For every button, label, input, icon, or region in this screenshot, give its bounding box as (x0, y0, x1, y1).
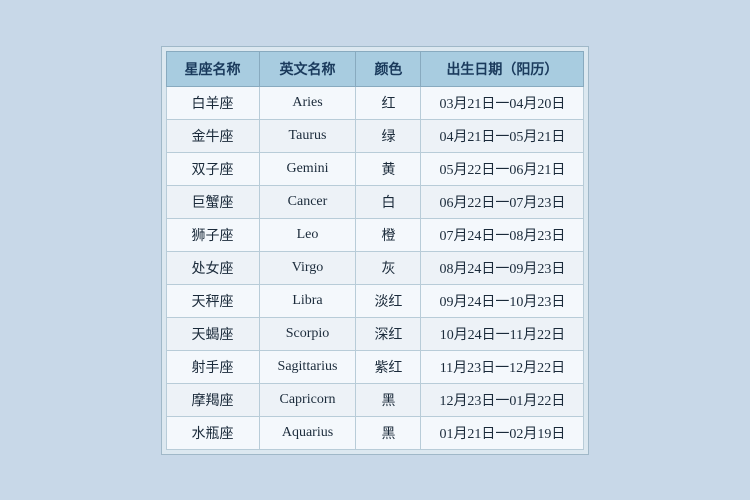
table-row: 巨蟹座Cancer白06月22日一07月23日 (166, 185, 584, 218)
cell-row8-col1: Sagittarius (259, 350, 356, 383)
cell-row3-col2: 白 (356, 185, 421, 218)
zodiac-table-container: 星座名称 英文名称 颜色 出生日期（阳历） 白羊座Aries红03月21日一04… (161, 46, 590, 455)
cell-row5-col3: 08月24日一09月23日 (421, 251, 584, 284)
cell-row7-col0: 天蝎座 (166, 317, 259, 350)
table-row: 狮子座Leo橙07月24日一08月23日 (166, 218, 584, 251)
cell-row10-col2: 黑 (356, 416, 421, 449)
cell-row8-col0: 射手座 (166, 350, 259, 383)
cell-row10-col3: 01月21日一02月19日 (421, 416, 584, 449)
cell-row2-col1: Gemini (259, 152, 356, 185)
cell-row3-col1: Cancer (259, 185, 356, 218)
cell-row5-col2: 灰 (356, 251, 421, 284)
cell-row4-col2: 橙 (356, 218, 421, 251)
cell-row1-col2: 绿 (356, 119, 421, 152)
cell-row5-col1: Virgo (259, 251, 356, 284)
cell-row0-col1: Aries (259, 86, 356, 119)
cell-row7-col1: Scorpio (259, 317, 356, 350)
table-row: 天蝎座Scorpio深红10月24日一11月22日 (166, 317, 584, 350)
table-row: 双子座Gemini黄05月22日一06月21日 (166, 152, 584, 185)
cell-row2-col2: 黄 (356, 152, 421, 185)
cell-row9-col2: 黑 (356, 383, 421, 416)
cell-row2-col3: 05月22日一06月21日 (421, 152, 584, 185)
cell-row0-col2: 红 (356, 86, 421, 119)
table-row: 射手座Sagittarius紫红11月23日一12月22日 (166, 350, 584, 383)
cell-row4-col3: 07月24日一08月23日 (421, 218, 584, 251)
header-chinese-name: 星座名称 (166, 51, 259, 86)
cell-row6-col3: 09月24日一10月23日 (421, 284, 584, 317)
header-english-name: 英文名称 (259, 51, 356, 86)
cell-row7-col2: 深红 (356, 317, 421, 350)
cell-row1-col0: 金牛座 (166, 119, 259, 152)
cell-row1-col3: 04月21日一05月21日 (421, 119, 584, 152)
cell-row8-col2: 紫红 (356, 350, 421, 383)
cell-row3-col3: 06月22日一07月23日 (421, 185, 584, 218)
cell-row3-col0: 巨蟹座 (166, 185, 259, 218)
cell-row6-col1: Libra (259, 284, 356, 317)
cell-row7-col3: 10月24日一11月22日 (421, 317, 584, 350)
cell-row9-col3: 12月23日一01月22日 (421, 383, 584, 416)
cell-row6-col0: 天秤座 (166, 284, 259, 317)
cell-row8-col3: 11月23日一12月22日 (421, 350, 584, 383)
table-row: 白羊座Aries红03月21日一04月20日 (166, 86, 584, 119)
cell-row10-col1: Aquarius (259, 416, 356, 449)
table-header-row: 星座名称 英文名称 颜色 出生日期（阳历） (166, 51, 584, 86)
cell-row9-col0: 摩羯座 (166, 383, 259, 416)
zodiac-table: 星座名称 英文名称 颜色 出生日期（阳历） 白羊座Aries红03月21日一04… (166, 51, 585, 450)
cell-row4-col1: Leo (259, 218, 356, 251)
cell-row5-col0: 处女座 (166, 251, 259, 284)
cell-row9-col1: Capricorn (259, 383, 356, 416)
cell-row1-col1: Taurus (259, 119, 356, 152)
table-row: 金牛座Taurus绿04月21日一05月21日 (166, 119, 584, 152)
header-dates: 出生日期（阳历） (421, 51, 584, 86)
table-body: 白羊座Aries红03月21日一04月20日金牛座Taurus绿04月21日一0… (166, 86, 584, 449)
cell-row0-col3: 03月21日一04月20日 (421, 86, 584, 119)
table-row: 水瓶座Aquarius黑01月21日一02月19日 (166, 416, 584, 449)
table-row: 天秤座Libra淡红09月24日一10月23日 (166, 284, 584, 317)
cell-row10-col0: 水瓶座 (166, 416, 259, 449)
cell-row0-col0: 白羊座 (166, 86, 259, 119)
cell-row2-col0: 双子座 (166, 152, 259, 185)
table-row: 摩羯座Capricorn黑12月23日一01月22日 (166, 383, 584, 416)
header-color: 颜色 (356, 51, 421, 86)
table-row: 处女座Virgo灰08月24日一09月23日 (166, 251, 584, 284)
cell-row6-col2: 淡红 (356, 284, 421, 317)
cell-row4-col0: 狮子座 (166, 218, 259, 251)
